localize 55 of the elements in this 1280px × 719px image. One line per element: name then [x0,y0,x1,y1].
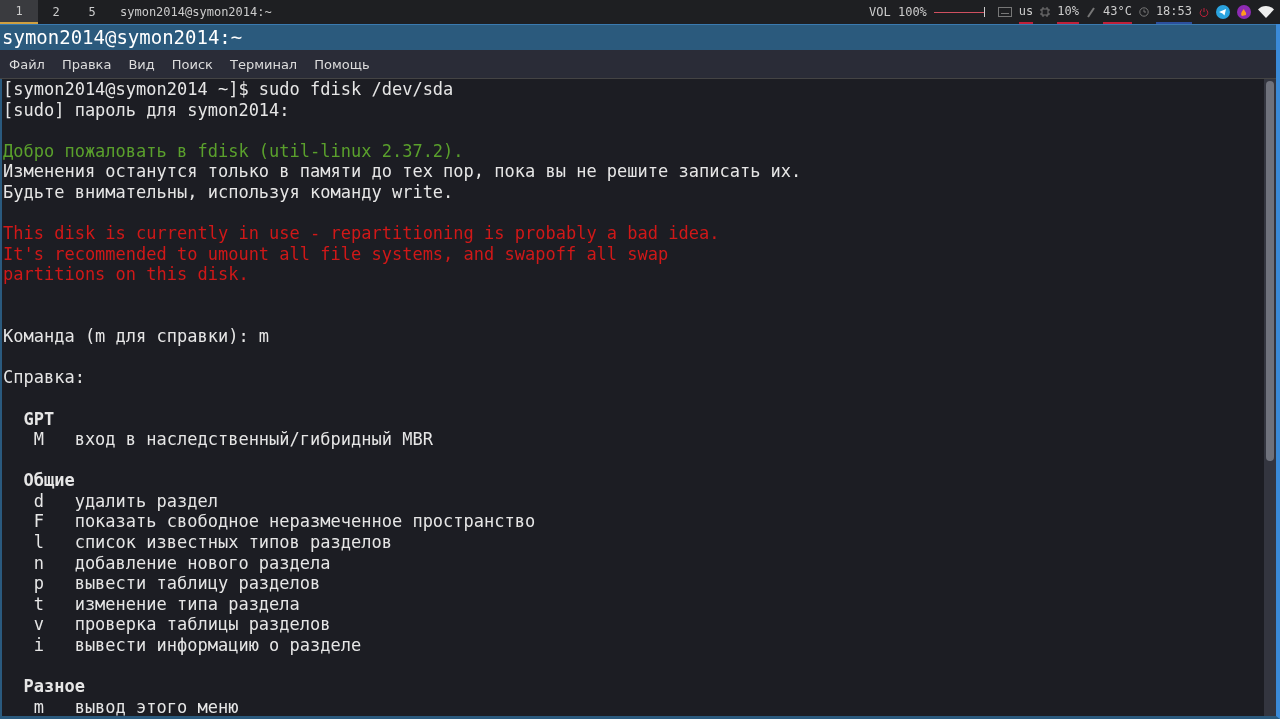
menu-item[interactable]: Файл [0,56,53,72]
menu-item[interactable]: Вид [119,56,163,72]
flame-icon[interactable] [1237,5,1251,19]
menu-item[interactable]: Помощь [305,56,378,72]
option-key: l [33,532,75,553]
option-key: p [33,573,75,594]
option-description: вывести таблицу разделов [74,573,321,594]
keyboard-icon [997,7,1012,17]
option-description: вывести информацию о разделе [74,635,362,656]
option-description: проверка таблицы разделов [74,614,331,636]
option-key: M [33,429,75,450]
option-description: список известных типов разделов [74,532,392,553]
option-key: F [33,511,75,533]
option-description: показать свободное неразмеченное пространство [74,511,536,533]
option-description: вывод этого меню [74,696,239,716]
option-key: v [33,614,75,636]
menu-item[interactable]: Правка [52,56,120,72]
option-key: m [33,696,75,716]
terminal-line: Команда (m для справки): m [3,326,270,347]
active-window-title: symon2014@symon2014:~ [120,5,272,19]
scrollbar[interactable] [1264,79,1276,716]
option-description: вход в наследственный/гибридный MBR [74,429,433,450]
terminal-line: It's recommended to umount all file systems, and swapoff all swap [3,243,669,264]
power-icon[interactable] [1199,7,1209,17]
wifi-icon[interactable] [1258,6,1274,18]
terminal-line: [symon2014@symon2014 ~]$ sudo fdisk /dev/sda [3,79,454,99]
option-key: d [33,490,75,512]
option-key: i [33,635,75,656]
volume-slider[interactable] [933,7,985,17]
terminal-line: Изменения останутся только в памяти до тех пор, пока вы не решите записать их. [3,161,802,182]
scrollbar-thumb[interactable] [1266,81,1274,461]
workspace-button[interactable]: 1 [0,0,38,24]
terminal-line: Общие [23,470,75,491]
chip-icon [1040,7,1051,17]
window-title: symon2014@symon2014:~ [0,24,1276,50]
option-key: n [33,552,75,574]
clock-icon [1138,7,1149,17]
terminal-line: Справка: [3,367,85,388]
workspace-button[interactable]: 5 [74,0,110,24]
terminal-line: Добро пожаловать в fdisk (util-linux 2.37.2). [3,140,464,161]
terminal-line: partitions on this disk. [3,264,249,285]
terminal-line: This disk is currently in use - repartitioning is probably a bad idea. [3,223,720,244]
option-description: изменение типа раздела [74,593,300,615]
workspace-button[interactable]: 2 [38,0,74,24]
terminal-line: Разное [23,676,85,697]
terminal-line: Будьте внимательны, используя команду write. [3,181,454,202]
option-description: удалить раздел [74,490,218,512]
terminal-line: GPT [23,408,55,429]
paper-plane-icon[interactable] [1216,5,1230,19]
terminal-line: [sudo] пароль для symon2014: [3,99,290,120]
option-key: t [33,593,75,615]
menu-item[interactable]: Терминал [220,56,306,72]
volume-label: VOL 100% [869,4,927,21]
menu-item[interactable]: Поиск [162,56,221,72]
option-description: добавление нового раздела [74,552,331,574]
